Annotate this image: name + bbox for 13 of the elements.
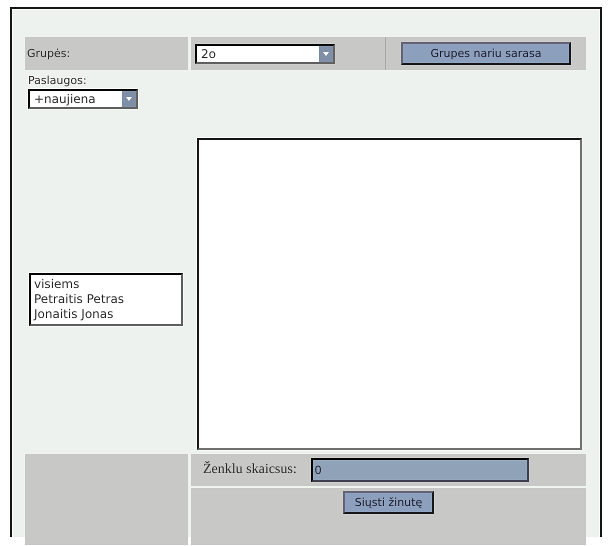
counter-label: Ženklu skaicsus: (203, 462, 297, 478)
recipient-list[interactable]: visiems Petraitis Petras Jonaitis Jonas (29, 272, 183, 326)
recipient-option[interactable]: Jonaitis Jonas (34, 306, 178, 322)
services-label: Paslaugos: (28, 74, 88, 87)
member-list-button[interactable]: Grupes nariu sarasa (400, 42, 572, 65)
recipient-option[interactable]: visiems (34, 276, 178, 292)
groups-label: Grupės: (27, 47, 70, 60)
recipient-option[interactable]: Petraitis Petras (34, 292, 178, 306)
services-dropdown[interactable]: +naujiena (28, 89, 138, 109)
counter-field[interactable]: 0 (310, 458, 529, 482)
send-button[interactable]: Siųsti žinutę (342, 491, 434, 514)
groups-dropdown[interactable]: 2o (195, 44, 335, 64)
message-textarea[interactable] (197, 138, 582, 450)
